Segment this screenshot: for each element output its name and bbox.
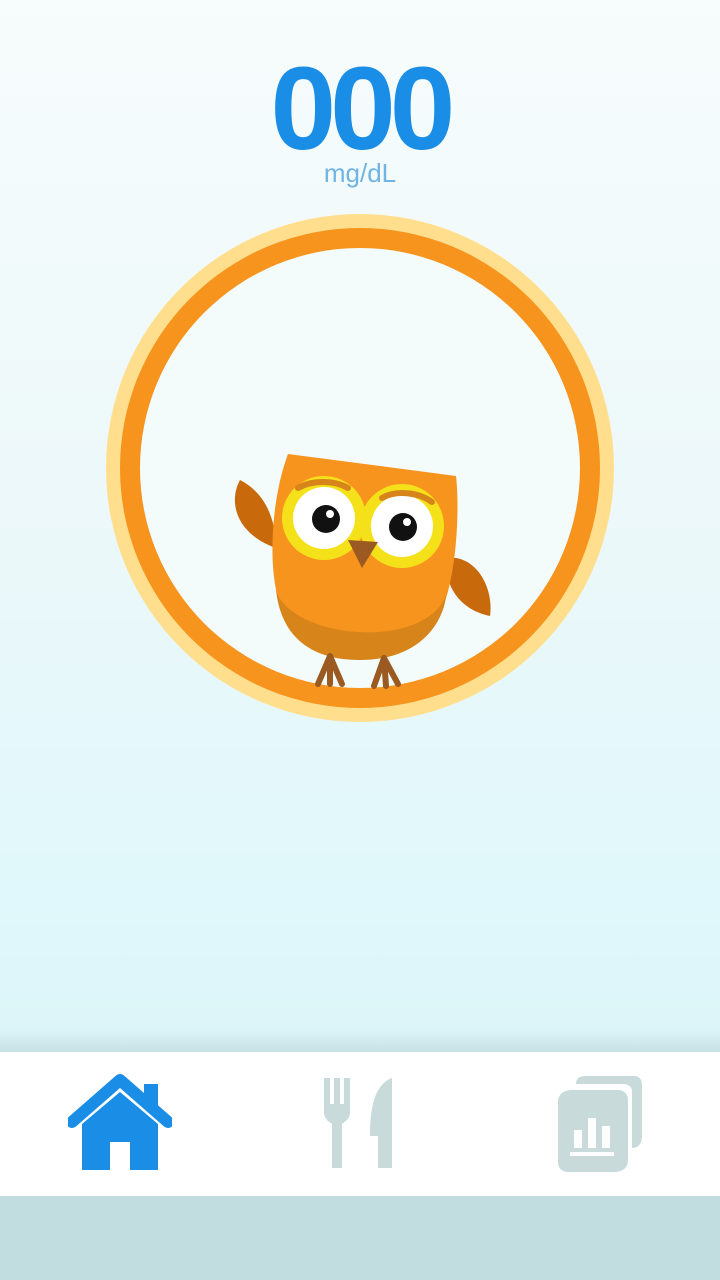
fork-knife-icon [324,1078,392,1168]
owl-ring [106,214,614,722]
system-bar [0,1196,720,1280]
report-chart-icon [558,1076,642,1172]
glucose-reading: 000 mg/dL [0,50,720,189]
bottom-nav [0,1052,720,1196]
nav-home[interactable] [0,1052,240,1196]
glucose-value: 000 [270,43,456,175]
home-icon [68,1074,172,1170]
glucose-unit: mg/dL [323,158,397,188]
nav-reports[interactable] [480,1052,720,1196]
nav-food[interactable] [240,1052,480,1196]
nav-shadow [0,1030,720,1054]
